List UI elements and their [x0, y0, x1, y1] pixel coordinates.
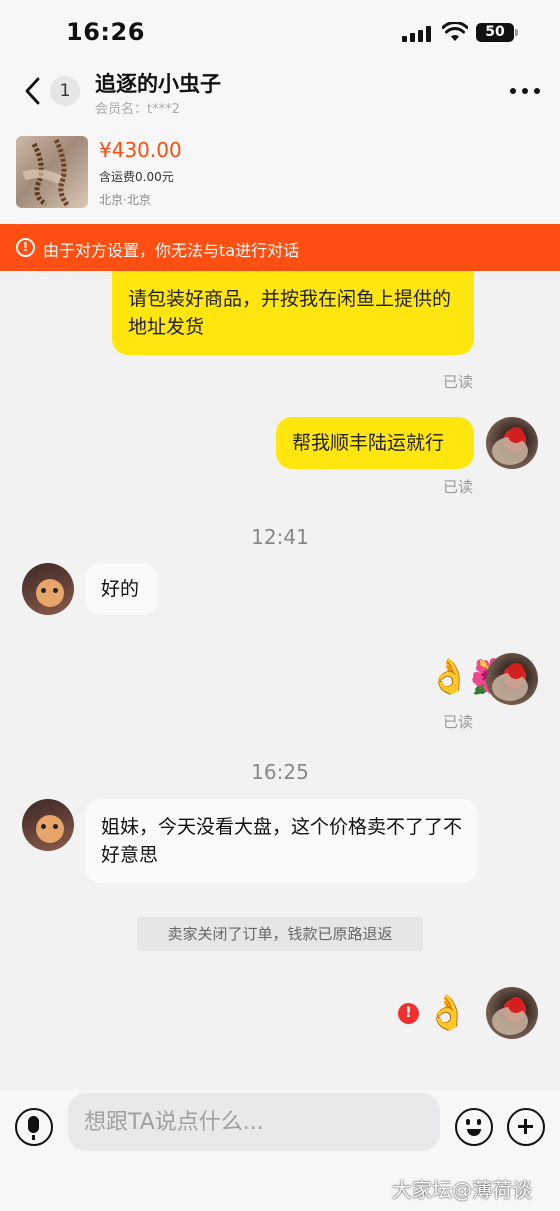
avatar-self[interactable] — [486, 417, 538, 469]
timestamp: 12:41 — [251, 525, 309, 549]
message-bubble-contact[interactable]: 好的 — [85, 563, 158, 615]
avatar-self[interactable] — [486, 987, 538, 1039]
wifi-icon — [442, 22, 468, 41]
chat-messages[interactable]: 请包装好商品，并按我在闲鱼上提供的地址发货 已读 帮我顺丰陆运就行 已读 12:… — [0, 271, 560, 1090]
message-bubble-self[interactable]: 帮我顺丰陆运就行 — [276, 417, 474, 469]
battery-icon: 50 — [476, 23, 518, 42]
blocked-warning-banner: ! 由于对方设置，你无法与ta进行对话 — [0, 224, 560, 271]
message-bubble-self[interactable]: 请包装好商品，并按我在闲鱼上提供的地址发货 — [112, 271, 474, 355]
message-text: 姐妹，今天没看大盘，这个价格卖不了了不好意思 — [101, 816, 463, 866]
system-notice: 卖家关闭了订单，钱款已原路退返 — [137, 917, 423, 951]
microphone-icon[interactable] — [15, 1108, 53, 1146]
status-time: 16:26 — [66, 18, 145, 46]
banner-text: 由于对方设置，你无法与ta进行对话 — [43, 241, 300, 260]
message-text: 请包装好商品，并按我在闲鱼上提供的地址发货 — [128, 288, 452, 338]
chevron-left-icon[interactable] — [20, 76, 46, 106]
read-status: 已读 — [443, 713, 474, 731]
chat-header: 1 追逐的小虫子 会员名：t***2 ¥430.00 含运费0.00元 北京·北… — [0, 64, 560, 224]
shipping-fee: 含运费0.00元 — [99, 170, 174, 184]
input-bar: 大家坛@薄荷谈 — [0, 1090, 560, 1211]
send-failed-icon[interactable]: ! — [398, 1003, 419, 1024]
message-bubble-contact[interactable]: 姐妹，今天没看大盘，这个价格卖不了了不好意思 — [85, 799, 478, 883]
plus-icon[interactable] — [507, 1108, 545, 1146]
member-id: 会员名：t***2 — [95, 102, 180, 117]
read-status: 已读 — [443, 373, 474, 391]
message-input[interactable] — [68, 1093, 440, 1151]
more-dots-icon[interactable] — [510, 88, 542, 96]
cellular-signal-icon — [402, 26, 434, 42]
read-status: 已读 — [443, 478, 474, 496]
avatar-contact[interactable] — [22, 799, 74, 851]
product-location: 北京·北京 — [99, 193, 151, 207]
product-thumbnail[interactable] — [16, 136, 88, 208]
contact-name: 追逐的小虫子 — [95, 72, 221, 96]
warning-icon: ! — [16, 238, 35, 257]
message-text: 好的 — [101, 578, 140, 600]
unread-count-badge[interactable]: 1 — [50, 76, 80, 106]
timestamp: 16:25 — [251, 760, 309, 784]
ok-hand-sticker[interactable]: 👌 — [426, 993, 468, 1033]
product-price: ¥430.00 — [99, 138, 182, 162]
message-text: 帮我顺丰陆运就行 — [292, 432, 445, 454]
avatar-contact[interactable] — [22, 563, 74, 615]
status-bar: 16:26 50 — [0, 0, 560, 64]
emoji-icon[interactable] — [455, 1108, 493, 1146]
watermark: 大家坛@薄荷谈 — [392, 1178, 532, 1202]
avatar-self[interactable] — [486, 653, 538, 705]
